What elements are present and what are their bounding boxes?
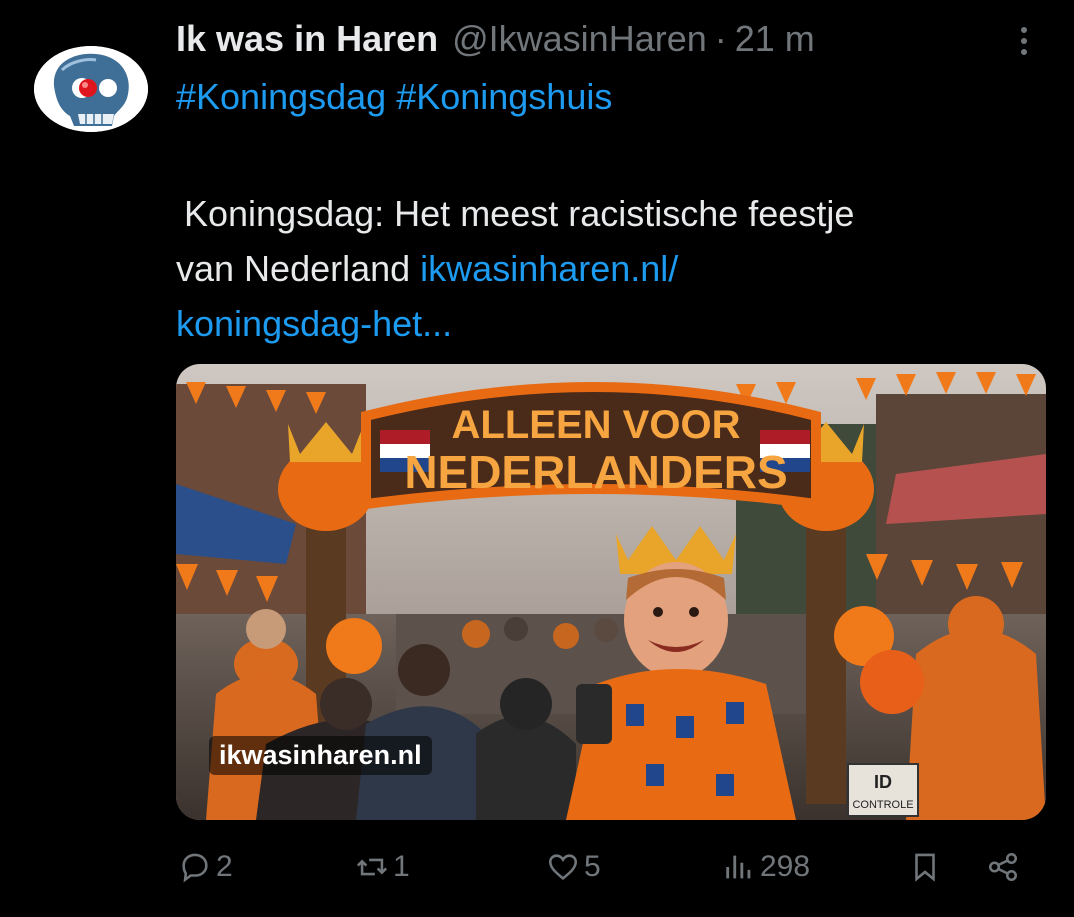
views-count: 298 [760, 850, 811, 883]
repost-icon [356, 858, 388, 876]
tweet-link-part2[interactable]: koningsdag-het... [176, 303, 452, 344]
tweet-header: Ik was in Haren @IkwasinHaren · 21 m [176, 18, 1014, 62]
views-icon [726, 855, 751, 879]
reply-icon [182, 853, 208, 883]
action-bar: 2 1 5 298 [0, 838, 1074, 908]
author-avatar[interactable] [34, 46, 148, 132]
tweet-text-line1: Koningsdag: Het meest racistische feestj… [184, 193, 855, 234]
share-button[interactable] [986, 850, 1024, 884]
author-handle[interactable]: @IkwasinHaren [452, 18, 707, 60]
tweet-text: Koningsdag: Het meest racistische feestj… [176, 186, 1036, 351]
reply-button[interactable]: 2 [178, 850, 233, 884]
hashtag-koningshuis[interactable]: #Koningshuis [396, 76, 612, 117]
separator-dot: · [714, 18, 727, 59]
bookmark-icon [915, 853, 935, 882]
like-count: 5 [584, 850, 601, 883]
like-button[interactable]: 5 [546, 850, 601, 884]
views-button[interactable]: 298 [722, 850, 810, 884]
reply-count: 2 [216, 850, 233, 883]
id-sign-line2: CONTROLE [852, 799, 913, 811]
hashtag-koningsdag[interactable]: #Koningsdag [176, 76, 386, 117]
bookmark-button[interactable] [908, 850, 946, 884]
banner-line1: ALLEEN VOOR [452, 403, 741, 447]
media-source-label: ikwasinharen.nl [209, 736, 432, 775]
tweet-link-part1[interactable]: ikwasinharen.nl/ [420, 248, 678, 289]
tweet-text-line2: van Nederland [176, 248, 421, 289]
banner-line2: NEDERLANDERS [404, 446, 787, 498]
like-icon [548, 854, 578, 880]
hashtags: #Koningsdag #Koningshuis [176, 76, 622, 118]
author-name[interactable]: Ik was in Haren [176, 18, 438, 60]
repost-button[interactable]: 1 [355, 850, 410, 884]
more-icon[interactable] [1014, 22, 1034, 66]
share-icon [988, 852, 1018, 882]
repost-count: 1 [393, 850, 410, 883]
id-sign-line1: ID [874, 772, 892, 792]
timestamp[interactable]: 21 m [735, 18, 815, 60]
skull-avatar-icon [34, 46, 148, 132]
media-card[interactable]: ALLEEN VOOR NEDERLANDERS ID CONTROLE ikw… [176, 364, 1046, 820]
